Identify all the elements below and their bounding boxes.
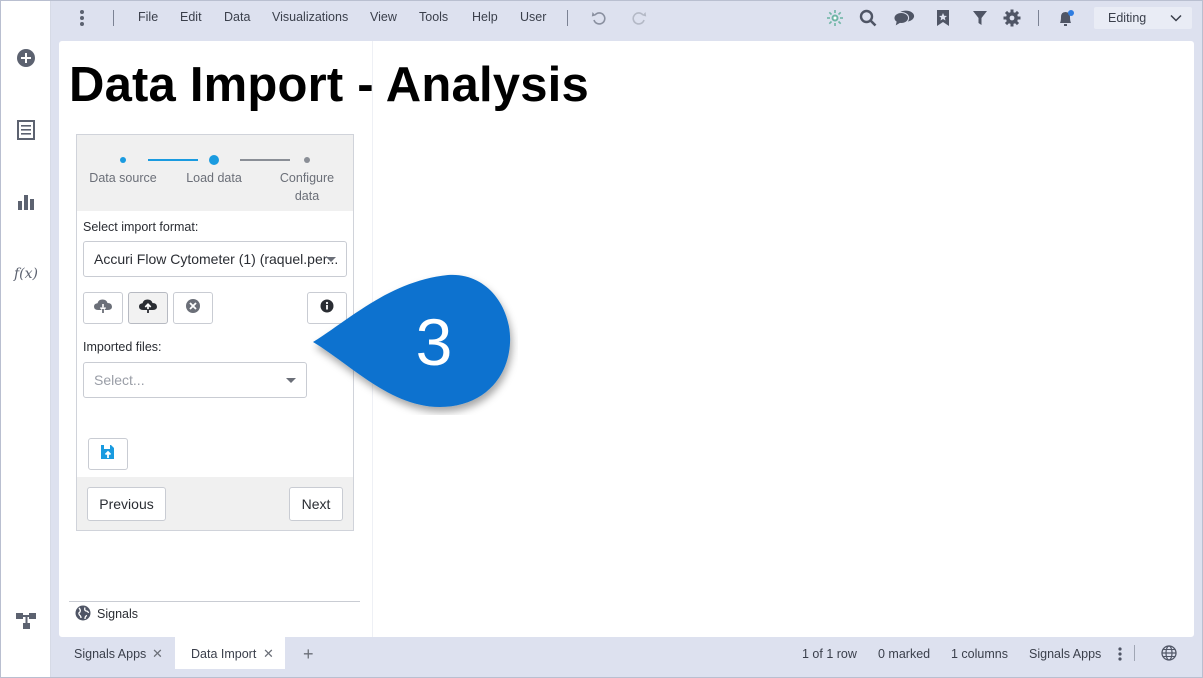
mode-select[interactable]: Editing — [1094, 7, 1192, 29]
status-app[interactable]: Signals Apps — [1029, 647, 1101, 661]
app-window: f(x) File Edit Data Visualizations View … — [0, 0, 1203, 678]
menu-separator — [567, 10, 568, 26]
kebab-icon[interactable] — [71, 7, 93, 29]
tab-label: Data Import — [191, 647, 257, 661]
menu-help[interactable]: Help — [472, 10, 498, 24]
filter-icon[interactable] — [969, 7, 991, 29]
visualizations-icon[interactable] — [13, 189, 39, 215]
settings-icon[interactable] — [1001, 7, 1023, 29]
step-connector — [240, 159, 290, 161]
pages-icon[interactable] — [13, 117, 39, 143]
data-canvas-icon[interactable] — [13, 608, 39, 634]
signals-footer: Signals — [69, 601, 360, 627]
status-marked: 0 marked — [878, 647, 931, 661]
imported-files-label: Imported files: — [83, 340, 162, 354]
cloud-upload-icon — [138, 298, 158, 319]
notifications-icon[interactable] — [1056, 7, 1078, 29]
add-tab-icon[interactable]: + — [303, 644, 314, 665]
redo-icon[interactable] — [628, 7, 650, 29]
bottom-bar: Signals Apps ✕ Data Import ✕ + 1 of 1 ro… — [51, 637, 1202, 669]
cloud-upload-button[interactable] — [128, 292, 168, 324]
step-label-configure-data[interactable]: Configure data — [274, 169, 340, 205]
menu-tools[interactable]: Tools — [419, 10, 448, 24]
menu-bar: File Edit Data Visualizations View Tools… — [51, 1, 1202, 35]
cloud-download-button[interactable] — [83, 292, 123, 324]
bottom-edge — [51, 669, 1202, 677]
workspace: Data Import - Analysis Data source Load … — [51, 35, 1202, 637]
add-icon[interactable] — [13, 45, 39, 71]
step-dot-configure-data — [304, 157, 310, 163]
format-label: Select import format: — [83, 220, 199, 234]
menu-view[interactable]: View — [370, 10, 397, 24]
menu-user[interactable]: User — [520, 10, 546, 24]
import-format-select[interactable]: Accuri Flow Cytometer (1) (raquel.per... — [83, 241, 347, 277]
imported-files-select[interactable]: Select... — [83, 362, 307, 398]
clear-button[interactable] — [173, 292, 213, 324]
page-title: Data Import - Analysis — [69, 58, 589, 112]
menu-data[interactable]: Data — [224, 10, 250, 24]
apply-import-button[interactable] — [88, 438, 128, 470]
next-button[interactable]: Next — [289, 487, 343, 521]
comments-icon[interactable] — [893, 7, 915, 29]
step-label-load-data[interactable]: Load data — [174, 169, 254, 187]
menu-separator — [1038, 10, 1039, 26]
dropdown-arrow-icon — [286, 378, 296, 383]
callout-number: 3 — [415, 305, 453, 379]
save-to-table-icon — [100, 444, 116, 465]
previous-button[interactable]: Previous — [87, 487, 166, 521]
step-dot-data-source — [120, 157, 126, 163]
kebab-icon[interactable] — [1117, 646, 1123, 667]
status-separator — [1134, 645, 1135, 661]
clear-circle-icon — [185, 298, 201, 319]
imported-files-placeholder: Select... — [94, 372, 145, 388]
wizard-footer: Previous Next — [77, 477, 353, 530]
search-icon[interactable] — [857, 7, 879, 29]
tab-data-import[interactable]: Data Import ✕ — [175, 637, 285, 669]
language-globe-icon[interactable] — [1161, 645, 1177, 666]
menu-file[interactable]: File — [138, 10, 158, 24]
chevron-down-icon — [1170, 12, 1182, 26]
cloud-download-icon — [93, 298, 113, 319]
import-format-value: Accuri Flow Cytometer (1) (raquel.per... — [94, 251, 339, 267]
globe-icon — [75, 605, 91, 626]
mode-select-value: Editing — [1108, 11, 1147, 25]
page-canvas: Data Import - Analysis Data source Load … — [59, 41, 1194, 637]
step-dot-load-data — [209, 155, 219, 165]
undo-icon[interactable] — [588, 7, 610, 29]
dropdown-arrow-icon — [326, 257, 336, 262]
step-label-data-source[interactable]: Data source — [81, 169, 165, 187]
status-columns: 1 columns — [951, 647, 1008, 661]
wizard-stepper: Data source Load data Configure data — [77, 135, 353, 211]
bookmarks-icon[interactable] — [932, 7, 954, 29]
left-rail: f(x) — [1, 1, 51, 677]
data-functions-icon[interactable]: f(x) — [13, 261, 39, 287]
tab-label: Signals Apps — [74, 647, 147, 661]
step-connector — [148, 159, 198, 161]
menu-edit[interactable]: Edit — [180, 10, 202, 24]
tab-signals-apps[interactable]: Signals Apps ✕ — [58, 637, 170, 669]
status-rows: 1 of 1 row — [802, 647, 857, 661]
recommendations-icon[interactable] — [824, 7, 846, 29]
menu-separator — [113, 10, 114, 26]
signals-label: Signals — [97, 607, 138, 621]
menu-visualizations[interactable]: Visualizations — [272, 10, 348, 24]
close-icon[interactable]: ✕ — [263, 646, 274, 662]
close-icon[interactable]: ✕ — [152, 646, 163, 662]
